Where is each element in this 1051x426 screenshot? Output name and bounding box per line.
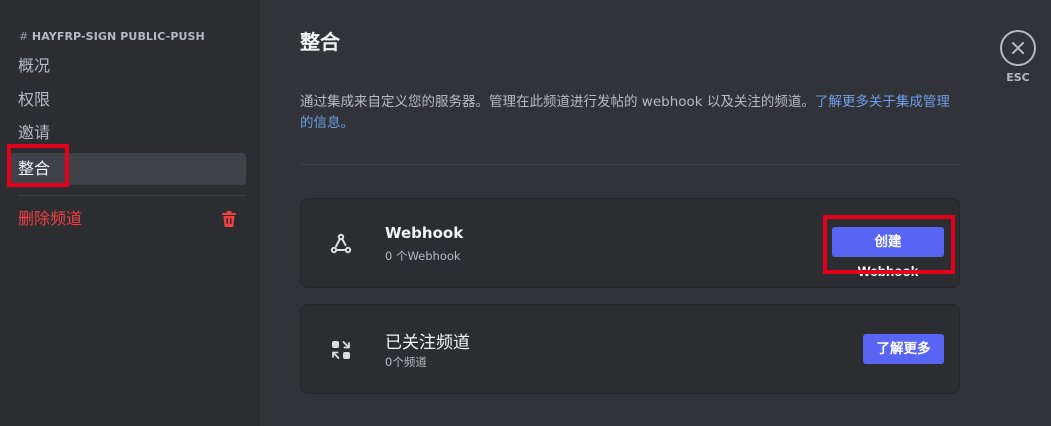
webhook-count: 0 个Webhook [385,249,461,263]
webhook-card: Webhook 0 个Webhook 创建 Webhook [300,198,960,288]
page-title: 整合 [300,30,340,54]
section-divider [300,164,960,165]
hash-icon: # [19,30,32,43]
close-icon [1012,42,1024,54]
main-content: 整合 通过集成来自定义您的服务器。管理在此频道进行发帖的 webhook 以及关… [260,0,1051,426]
sidebar-divider [18,195,246,196]
close-button[interactable] [1000,30,1036,66]
channel-header: # HAYFRP-SIGN PUBLIC-PUSH [19,30,205,43]
sidebar-item-invites[interactable]: 邀请 [10,117,246,149]
followed-channels-count: 0个频道 [385,355,427,369]
create-webhook-button[interactable]: 创建 Webhook [832,227,944,279]
delete-channel-label: 删除频道 [18,209,83,228]
delete-channel-button[interactable]: 删除频道 [10,203,246,235]
esc-label: ESC [1006,71,1030,84]
page-description: 通过集成来自定义您的服务器。管理在此频道进行发帖的 webhook 以及关注的频… [300,92,960,134]
webhook-title: Webhook [385,224,464,242]
sidebar-item-permissions[interactable]: 权限 [10,84,246,116]
followed-channels-title: 已关注频道 [385,333,470,353]
sidebar-item-label: 整合 [18,159,51,178]
description-text: 通过集成来自定义您的服务器。管理在此频道进行发帖的 webhook 以及关注的频… [300,94,815,110]
followed-channels-icon [332,341,350,359]
channel-name: HAYFRP-SIGN PUBLIC-PUSH [31,30,205,43]
sidebar-item-integrations[interactable]: 整合 [10,153,246,185]
settings-sidebar: # HAYFRP-SIGN PUBLIC-PUSH 概况 权限 邀请 整合 删除… [0,0,260,426]
followed-channels-card: 已关注频道 0个频道 了解更多 [300,304,960,394]
sidebar-item-label: 权限 [18,90,51,109]
sidebar-item-label: 概况 [18,56,51,75]
webhook-icon [330,233,352,254]
trash-icon [222,211,236,227]
sidebar-item-overview[interactable]: 概况 [10,50,246,82]
close-area: ESC [999,30,1037,84]
learn-more-button[interactable]: 了解更多 [863,334,944,364]
sidebar-item-label: 邀请 [18,123,51,142]
